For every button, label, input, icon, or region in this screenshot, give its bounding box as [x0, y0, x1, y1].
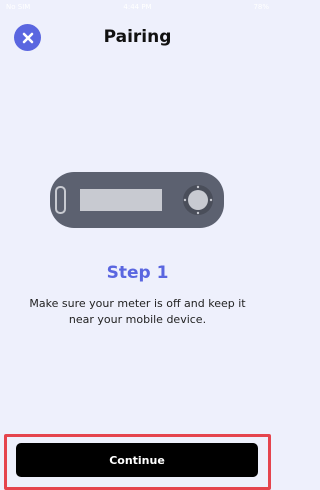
status-bar: No SIM 4:44 PM 78%	[0, 0, 275, 14]
step-description: Make sure your meter is off and keep it …	[29, 297, 246, 326]
clock: 4:44 PM	[123, 3, 152, 11]
meter-illustration	[50, 172, 224, 228]
battery-label: 78%	[253, 3, 269, 11]
step-title: Step 1	[106, 263, 169, 283]
page-title: Pairing	[103, 27, 172, 47]
continue-button[interactable]: Continue	[16, 443, 258, 477]
